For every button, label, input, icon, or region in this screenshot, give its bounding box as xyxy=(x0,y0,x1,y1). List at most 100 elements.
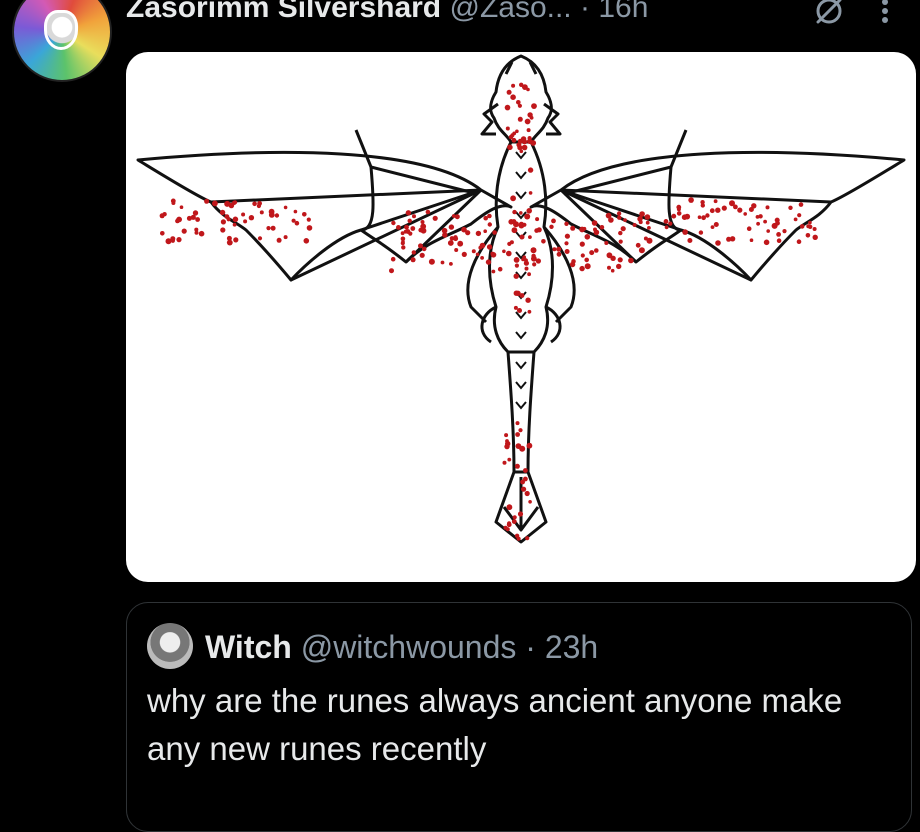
red-dot xyxy=(604,241,609,245)
red-dot xyxy=(524,490,530,497)
red-dot xyxy=(515,421,520,426)
post-time[interactable]: 16h xyxy=(598,0,648,24)
red-dot xyxy=(302,212,307,217)
author-handle[interactable]: @Zaso... xyxy=(449,0,571,24)
red-dot xyxy=(212,200,218,207)
red-dot xyxy=(513,273,519,279)
red-dot xyxy=(506,504,513,511)
red-dot xyxy=(522,255,527,260)
quoted-author-avatar[interactable] xyxy=(147,623,193,669)
more-options-icon[interactable] xyxy=(872,0,898,26)
author-display-name[interactable]: Zasorimm Silvershard xyxy=(126,0,441,24)
red-dot xyxy=(505,126,510,131)
red-dot xyxy=(806,224,811,229)
red-dot xyxy=(645,220,650,225)
red-dot xyxy=(579,265,585,272)
red-dot xyxy=(226,239,233,246)
red-dot xyxy=(487,222,492,227)
red-dot xyxy=(505,441,511,447)
quoted-post-text: why are the runes always ancient anyone … xyxy=(147,682,843,767)
red-dot xyxy=(171,201,176,205)
red-dot xyxy=(440,260,445,265)
quoted-post[interactable]: Witch @witchwounds · 23h why are the run… xyxy=(126,602,912,832)
red-dot xyxy=(775,220,780,226)
red-dot xyxy=(461,251,467,257)
red-dot xyxy=(528,191,533,195)
red-dot xyxy=(511,227,518,234)
red-dot xyxy=(527,112,533,118)
red-dot xyxy=(528,500,532,504)
red-dot xyxy=(798,202,804,207)
red-dot xyxy=(175,218,180,224)
red-dot xyxy=(766,229,770,233)
grok-icon[interactable] xyxy=(812,0,846,28)
red-dot xyxy=(448,224,455,230)
red-dot xyxy=(564,241,569,246)
red-dot xyxy=(514,463,520,469)
red-dot xyxy=(510,94,516,100)
red-dot xyxy=(404,224,409,230)
red-dot xyxy=(509,240,514,245)
red-dot xyxy=(697,215,702,219)
red-dot xyxy=(511,83,516,88)
red-dot xyxy=(503,525,508,530)
quoted-post-time[interactable]: 23h xyxy=(545,629,598,665)
red-dot xyxy=(594,248,599,253)
red-dot xyxy=(408,231,413,236)
quoted-author-handle[interactable]: @witchwounds xyxy=(301,629,517,665)
red-dot xyxy=(159,213,165,219)
red-dot xyxy=(274,213,280,218)
red-dot xyxy=(733,204,738,210)
red-dot xyxy=(513,257,520,263)
red-dot xyxy=(510,195,516,202)
red-dot xyxy=(389,268,394,274)
red-dot xyxy=(713,199,718,204)
red-dot xyxy=(687,238,693,243)
red-dot xyxy=(513,305,518,310)
red-dot xyxy=(765,205,770,210)
red-dot xyxy=(516,100,521,105)
red-dot xyxy=(782,229,787,234)
red-dot xyxy=(486,244,493,250)
red-dot xyxy=(541,239,546,244)
red-dot xyxy=(390,256,396,262)
red-dot xyxy=(527,309,532,314)
red-dot xyxy=(170,238,175,243)
red-dot xyxy=(552,247,557,252)
red-dot xyxy=(276,237,282,243)
red-dot xyxy=(549,224,554,229)
red-dot xyxy=(457,240,464,247)
red-dot xyxy=(283,235,288,240)
red-dot xyxy=(776,238,782,243)
red-dot xyxy=(682,229,688,235)
red-dot xyxy=(432,215,438,221)
red-dot xyxy=(593,227,597,232)
red-dot xyxy=(410,257,416,263)
red-dot xyxy=(283,205,288,210)
red-dot xyxy=(471,249,476,254)
red-dot xyxy=(676,207,681,212)
red-dot xyxy=(270,225,276,231)
quoted-separator-dot: · xyxy=(525,629,536,665)
red-dot xyxy=(461,226,467,233)
red-dot xyxy=(570,225,576,231)
red-dot xyxy=(668,221,673,226)
red-dot xyxy=(698,230,704,235)
red-dot xyxy=(181,228,187,234)
red-dot xyxy=(584,263,591,270)
post-image[interactable] xyxy=(126,52,916,582)
red-dot xyxy=(232,216,239,223)
red-dot xyxy=(506,89,512,95)
red-dot xyxy=(306,217,311,222)
red-dot xyxy=(519,293,525,298)
red-dot xyxy=(256,203,261,209)
red-dot xyxy=(517,511,524,517)
red-dot xyxy=(721,205,727,211)
red-dot xyxy=(451,214,456,218)
author-avatar[interactable] xyxy=(12,0,112,82)
quoted-author-name[interactable]: Witch xyxy=(205,629,292,665)
red-dot xyxy=(303,238,310,244)
red-dot xyxy=(487,213,492,219)
red-dot xyxy=(294,220,300,226)
red-dot xyxy=(776,232,781,237)
